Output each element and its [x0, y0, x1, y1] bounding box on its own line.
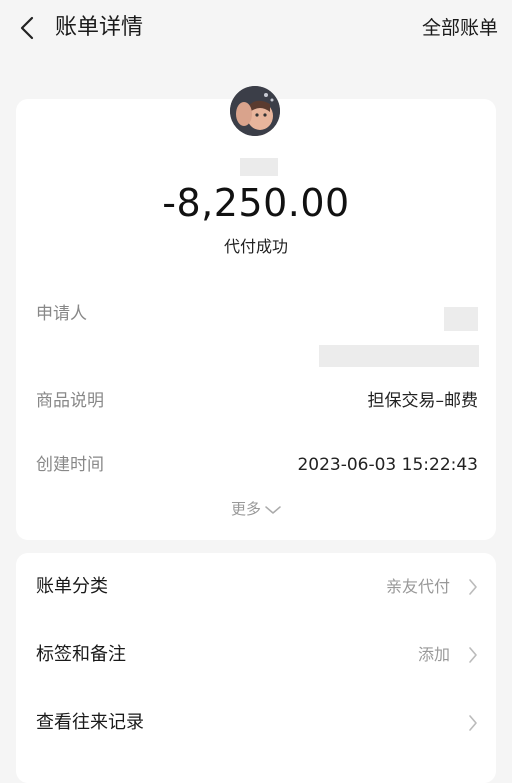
redacted-applicant-account: [319, 345, 479, 367]
redacted-applicant-name: [444, 307, 478, 331]
all-bills-link[interactable]: 全部账单: [422, 14, 498, 42]
applicant-label: 申请人: [36, 304, 87, 324]
chevron-left-icon: [20, 16, 34, 40]
chevron-down-icon: [265, 505, 281, 514]
tags-notes-label: 标签和备注: [36, 644, 126, 665]
avatar: [230, 86, 280, 136]
payment-status: 代付成功: [223, 237, 288, 256]
bill-category-label: 账单分类: [36, 576, 108, 597]
bill-summary-card: -8,250.00 代付成功 申请人 商品说明 担保交易–邮费 创建时间 202…: [16, 86, 496, 540]
created-time-label: 创建时间: [36, 455, 104, 475]
bill-amount: -8,250.00: [162, 181, 350, 225]
chevron-right-icon: [469, 715, 477, 731]
created-time-value: 2023-06-03 15:22:43: [297, 455, 478, 475]
bill-category-value: 亲友代付: [385, 577, 450, 596]
chevron-right-icon: [469, 647, 477, 663]
redacted-name: [240, 158, 278, 176]
page-title: 账单详情: [55, 15, 144, 40]
tags-notes-value: 添加: [417, 645, 450, 664]
product-value: 担保交易–邮费: [367, 391, 479, 411]
transaction-history-row[interactable]: 查看往来记录: [16, 689, 496, 757]
more-toggle[interactable]: 更多: [16, 497, 496, 521]
bill-category-row[interactable]: 账单分类 亲友代付: [16, 553, 496, 621]
back-button[interactable]: [12, 13, 42, 43]
tags-notes-row[interactable]: 标签和备注 添加: [16, 621, 496, 689]
transaction-history-label: 查看往来记录: [36, 712, 144, 733]
product-label: 商品说明: [36, 391, 104, 411]
chevron-right-icon: [469, 579, 477, 595]
more-label: 更多: [230, 500, 261, 518]
top-nav-bar: 账单详情 全部账单: [0, 0, 512, 58]
bill-actions-card: 账单分类 亲友代付 标签和备注 添加 查看往来记录: [16, 553, 496, 783]
